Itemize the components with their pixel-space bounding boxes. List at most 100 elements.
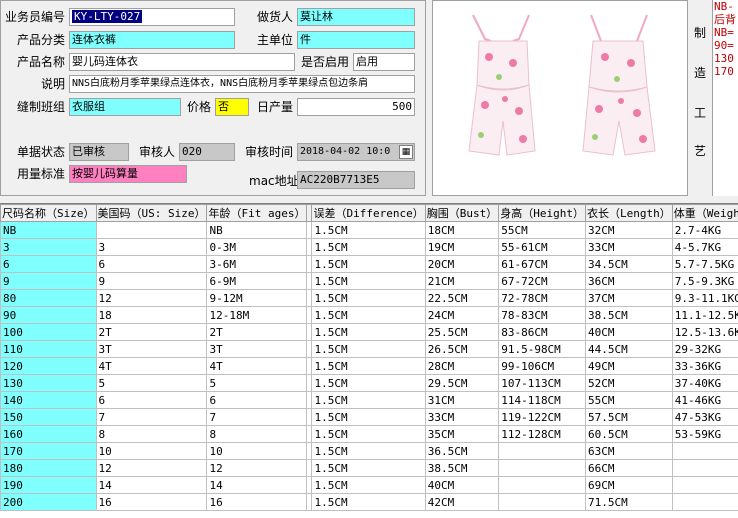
table-cell[interactable]: 1.5CM: [311, 221, 426, 239]
table-cell[interactable]: 9: [0, 272, 97, 290]
table-cell[interactable]: 40CM: [584, 323, 673, 341]
table-cell[interactable]: 9.3-11.1KG: [671, 289, 738, 307]
table-cell[interactable]: 71.5CM: [584, 493, 673, 511]
table-cell[interactable]: 35CM: [424, 425, 500, 443]
table-cell[interactable]: 38.5CM: [584, 306, 673, 324]
table-cell[interactable]: 114-118CM: [498, 391, 586, 409]
table-row[interactable]: 180 12 12 1.5CM 38.5CM 66CM: [0, 459, 738, 477]
table-cell[interactable]: 3T: [95, 340, 208, 358]
table-cell[interactable]: 32CM: [584, 221, 673, 239]
table-cell[interactable]: 1.5CM: [311, 340, 426, 358]
table-cell[interactable]: [498, 476, 586, 494]
table-cell[interactable]: 22.5CM: [424, 289, 500, 307]
table-cell[interactable]: 78-83CM: [498, 306, 586, 324]
table-cell[interactable]: 112-128CM: [498, 425, 586, 443]
table-cell[interactable]: 57.5CM: [584, 408, 673, 426]
table-cell[interactable]: 29-32KG: [671, 340, 738, 358]
table-cell[interactable]: 180: [0, 459, 97, 477]
table-cell[interactable]: 8: [206, 425, 308, 443]
table-cell[interactable]: 1.5CM: [311, 493, 426, 511]
table-cell[interactable]: 11.1-12.5KG: [671, 306, 738, 324]
mac-input[interactable]: AC220B7713E5: [297, 171, 415, 189]
column-header-0[interactable]: 尺码名称（Size）: [0, 204, 97, 222]
product-name-input[interactable]: 婴儿码连体衣: [69, 53, 295, 71]
table-cell[interactable]: 200: [0, 493, 97, 511]
table-cell[interactable]: 18: [95, 306, 208, 324]
category-input[interactable]: 连体衣裤: [69, 31, 235, 49]
table-row[interactable]: 200 16 16 1.5CM 42CM 71.5CM: [0, 493, 738, 511]
table-cell[interactable]: 55CM: [584, 391, 673, 409]
column-header-5[interactable]: 胸围（Bust）: [424, 204, 500, 222]
table-row[interactable]: 3 3 0-3M 1.5CM 19CM 55-61CM 33CM 4-5.7KG: [0, 238, 738, 256]
table-cell[interactable]: 7: [206, 408, 308, 426]
table-cell[interactable]: 190: [0, 476, 97, 494]
status-input[interactable]: 已审核: [69, 143, 129, 161]
table-row[interactable]: 170 10 10 1.5CM 36.5CM 63CM: [0, 442, 738, 460]
table-cell[interactable]: 83-86CM: [498, 323, 586, 341]
table-cell[interactable]: 42CM: [424, 493, 500, 511]
table-cell[interactable]: 10: [206, 442, 308, 460]
table-cell[interactable]: 14: [95, 476, 208, 494]
table-cell[interactable]: 5: [95, 374, 208, 392]
review-time-input[interactable]: 2018-04-02 10:0: [297, 143, 415, 161]
table-cell[interactable]: 33-36KG: [671, 357, 738, 375]
table-cell[interactable]: 31CM: [424, 391, 500, 409]
column-header-2[interactable]: 年龄（Fit ages）: [206, 204, 308, 222]
table-cell[interactable]: 120: [0, 357, 97, 375]
table-cell[interactable]: 52CM: [584, 374, 673, 392]
table-row[interactable]: 120 4T 4T 1.5CM 28CM 99-106CM 49CM 33-36KG: [0, 357, 738, 375]
table-cell[interactable]: 3: [95, 238, 208, 256]
table-cell[interactable]: 9: [95, 272, 208, 290]
table-cell[interactable]: 100: [0, 323, 97, 341]
usage-input[interactable]: 按婴儿码算量: [69, 165, 187, 183]
table-cell[interactable]: [498, 442, 586, 460]
table-row[interactable]: 80 12 9-12M 1.5CM 22.5CM 72-78CM 37CM 9.3-11.1K…: [0, 289, 738, 307]
table-row[interactable]: 190 14 14 1.5CM 40CM 69CM: [0, 476, 738, 494]
table-cell[interactable]: 130: [0, 374, 97, 392]
table-cell[interactable]: 140: [0, 391, 97, 409]
table-cell[interactable]: 47-53KG: [671, 408, 738, 426]
table-row[interactable]: 1002T2T1.5CM25.5CM83-86CM40CM12.5-13.6KG: [0, 323, 738, 341]
table-cell[interactable]: 24CM: [424, 306, 500, 324]
table-cell[interactable]: 2T: [95, 323, 208, 341]
column-header-4[interactable]: 误差（Difference）: [311, 204, 426, 222]
table-cell[interactable]: 60.5CM: [584, 425, 673, 443]
table-cell[interactable]: 1.5CM: [311, 272, 426, 290]
table-cell[interactable]: 4-5.7KG: [671, 238, 738, 256]
table-cell[interactable]: 9-12M: [206, 289, 308, 307]
table-cell[interactable]: 150: [0, 408, 97, 426]
table-cell[interactable]: [671, 493, 738, 511]
table-cell[interactable]: 8: [95, 425, 208, 443]
table-cell[interactable]: 2T: [206, 323, 308, 341]
table-cell[interactable]: 107-113CM: [498, 374, 586, 392]
table-cell[interactable]: 12: [206, 459, 308, 477]
table-cell[interactable]: 160: [0, 425, 97, 443]
table-row[interactable]: 110 3T 3T 1.5CM 26.5CM 91.5-98CM 44.5CM 29-32KG: [0, 340, 738, 358]
table-row[interactable]: 90 18 12-18M 1.5CM 24CM 78-83CM 38.5CM 11.1-12.…: [0, 306, 738, 324]
table-cell[interactable]: 1.5CM: [311, 425, 426, 443]
salesman-no-input[interactable]: KY-LTY-027: [69, 8, 235, 26]
table-cell[interactable]: 1.5CM: [311, 459, 426, 477]
table-cell[interactable]: 6: [0, 255, 97, 273]
table-cell[interactable]: [498, 459, 586, 477]
table-cell[interactable]: 1.5CM: [311, 374, 426, 392]
table-cell[interactable]: 69CM: [584, 476, 673, 494]
table-cell[interactable]: 1.5CM: [311, 357, 426, 375]
table-cell[interactable]: 40CM: [424, 476, 500, 494]
table-cell[interactable]: 26.5CM: [424, 340, 500, 358]
table-cell[interactable]: 37CM: [584, 289, 673, 307]
table-cell[interactable]: 37-40KG: [671, 374, 738, 392]
table-cell[interactable]: 14: [206, 476, 308, 494]
table-cell[interactable]: 19CM: [424, 238, 500, 256]
table-cell[interactable]: 99-106CM: [498, 357, 586, 375]
table-cell[interactable]: 10: [95, 442, 208, 460]
column-header-8[interactable]: 体重（Weight）: [671, 204, 738, 222]
table-cell[interactable]: 55CM: [498, 221, 586, 239]
table-cell[interactable]: 20CM: [424, 255, 500, 273]
table-row[interactable]: NB NB 1.5CM 18CM 55CM 32CM 2.7-4KG: [0, 221, 738, 239]
table-cell[interactable]: 3: [0, 238, 97, 256]
table-cell[interactable]: 12-18M: [206, 306, 308, 324]
table-cell[interactable]: 44.5CM: [584, 340, 673, 358]
table-cell[interactable]: 1.5CM: [311, 306, 426, 324]
table-cell[interactable]: [95, 221, 208, 239]
